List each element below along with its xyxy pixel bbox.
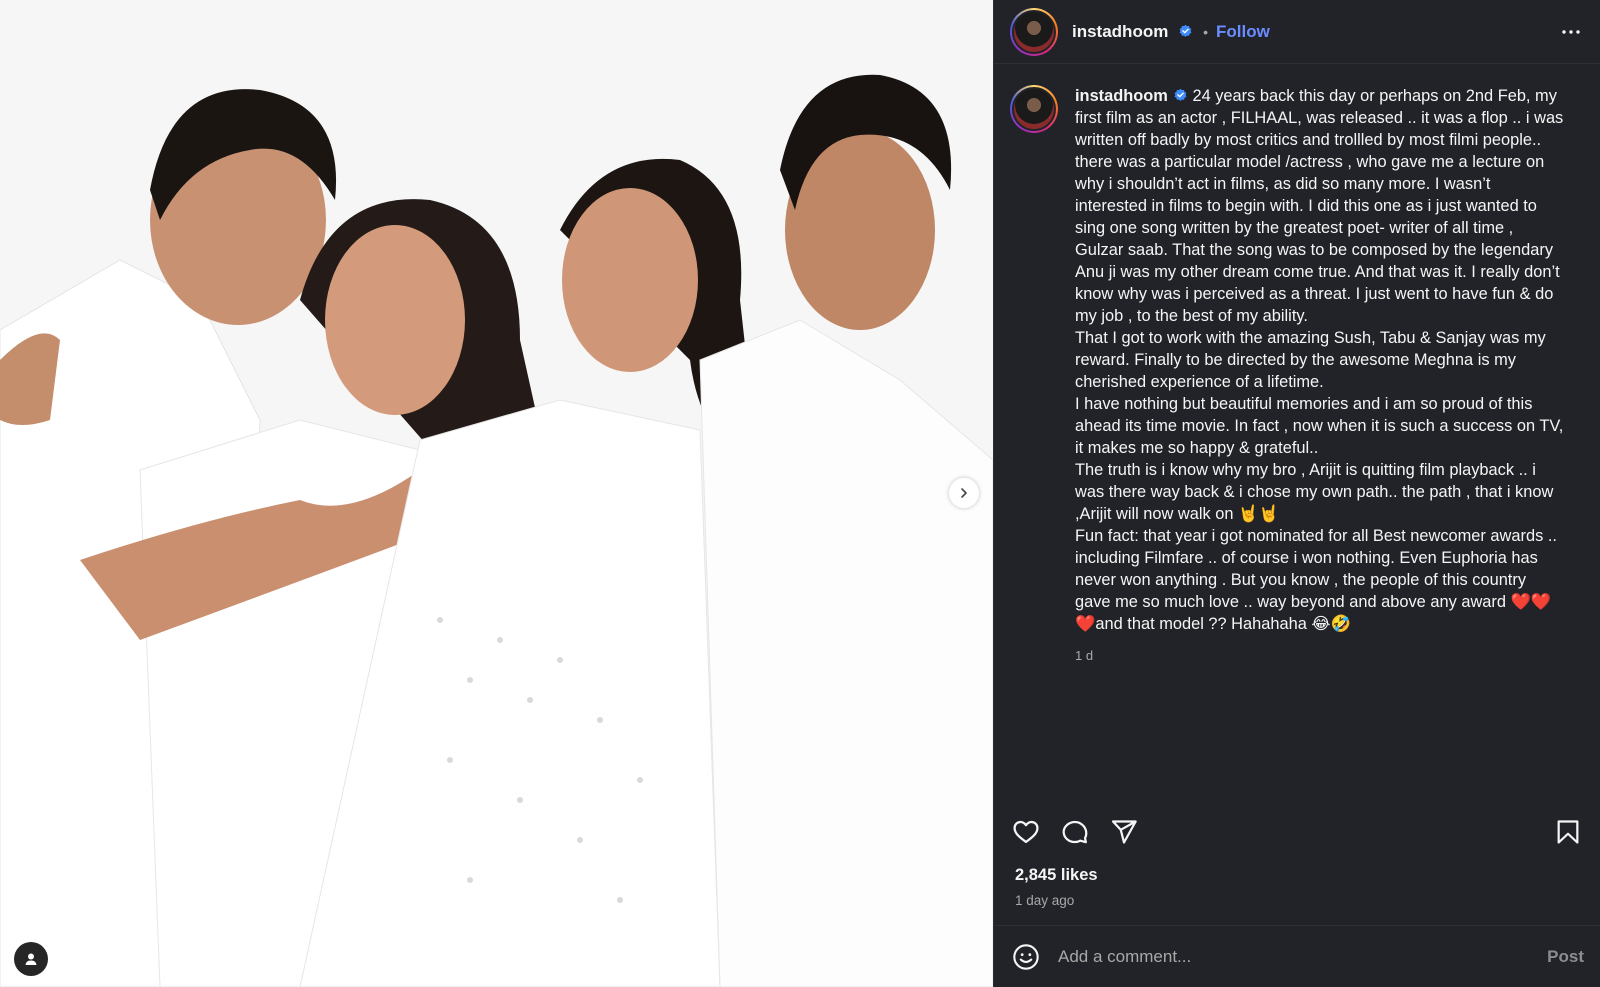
bookmark-icon xyxy=(1557,820,1579,844)
carousel-indicator xyxy=(466,965,502,971)
likes-count[interactable]: 2,845 likes xyxy=(1015,866,1098,885)
caption-username: instadhoom xyxy=(1075,87,1168,105)
like-button[interactable] xyxy=(1010,816,1042,848)
comment-bubble-icon xyxy=(1062,820,1088,844)
caption-avatar[interactable] xyxy=(1010,85,1058,133)
avatar[interactable] xyxy=(1010,7,1058,56)
more-options-button[interactable] xyxy=(1558,19,1584,45)
post-viewer: instadhoom • Follow instadhoom 24 years … xyxy=(0,0,1600,987)
heart-icon xyxy=(1013,820,1039,844)
post-comment-button[interactable]: Post xyxy=(1547,947,1584,967)
post-side-panel: instadhoom • Follow instadhoom 24 years … xyxy=(993,0,1600,987)
caption-paragraph: instadhoom 24 years back this day or per… xyxy=(1075,85,1565,327)
caption-paragraph: Fun fact: that year i got nominated for … xyxy=(1075,527,1557,633)
separator-dot: • xyxy=(1203,23,1208,40)
comment-button[interactable] xyxy=(1059,816,1091,848)
chevron-right-icon xyxy=(961,488,967,498)
carousel-dot xyxy=(496,965,502,971)
tagged-users-button[interactable] xyxy=(14,942,48,976)
comment-bar: Post xyxy=(994,925,1600,987)
post-header: instadhoom • Follow xyxy=(994,0,1600,64)
carousel-next-button[interactable] xyxy=(949,478,979,508)
post-media[interactable] xyxy=(0,0,993,987)
avatar-image xyxy=(1012,87,1056,131)
carousel-dot xyxy=(486,965,492,971)
caption-block: instadhoom 24 years back this day or per… xyxy=(1010,85,1584,667)
caption-paragraph: The truth is i know why my bro , Arijit … xyxy=(1075,461,1554,523)
verified-badge-icon xyxy=(1174,88,1187,101)
caption-text: instadhoom 24 years back this day or per… xyxy=(1075,85,1565,667)
caption-timestamp[interactable]: 1 d xyxy=(1075,645,1565,667)
caption-body: 24 years back this day or perhaps on 2nd… xyxy=(1075,87,1564,325)
post-photo xyxy=(0,0,993,987)
carousel-dot xyxy=(476,965,482,971)
action-bar xyxy=(1010,812,1584,852)
caption-username-link[interactable]: instadhoom xyxy=(1075,87,1188,105)
smiley-icon xyxy=(1013,943,1039,970)
comment-input[interactable] xyxy=(1058,946,1548,967)
save-button[interactable] xyxy=(1552,816,1584,848)
username-text: instadhoom xyxy=(1072,21,1169,41)
follow-button[interactable]: Follow xyxy=(1216,22,1270,42)
caption-paragraph: I have nothing but beautiful memories an… xyxy=(1075,395,1564,457)
avatar-image xyxy=(1012,9,1056,54)
paper-plane-icon xyxy=(1111,820,1137,844)
caption-paragraph: That I got to work with the amazing Sush… xyxy=(1075,329,1546,391)
post-time[interactable]: 1 day ago xyxy=(1015,893,1074,908)
carousel-dot xyxy=(466,965,472,971)
emoji-picker-button[interactable] xyxy=(1010,941,1042,973)
user-icon xyxy=(25,953,37,965)
more-horizontal-icon xyxy=(1562,29,1580,34)
verified-badge-icon xyxy=(1179,24,1192,37)
username-link[interactable]: instadhoom xyxy=(1072,22,1193,42)
share-button[interactable] xyxy=(1108,816,1140,848)
